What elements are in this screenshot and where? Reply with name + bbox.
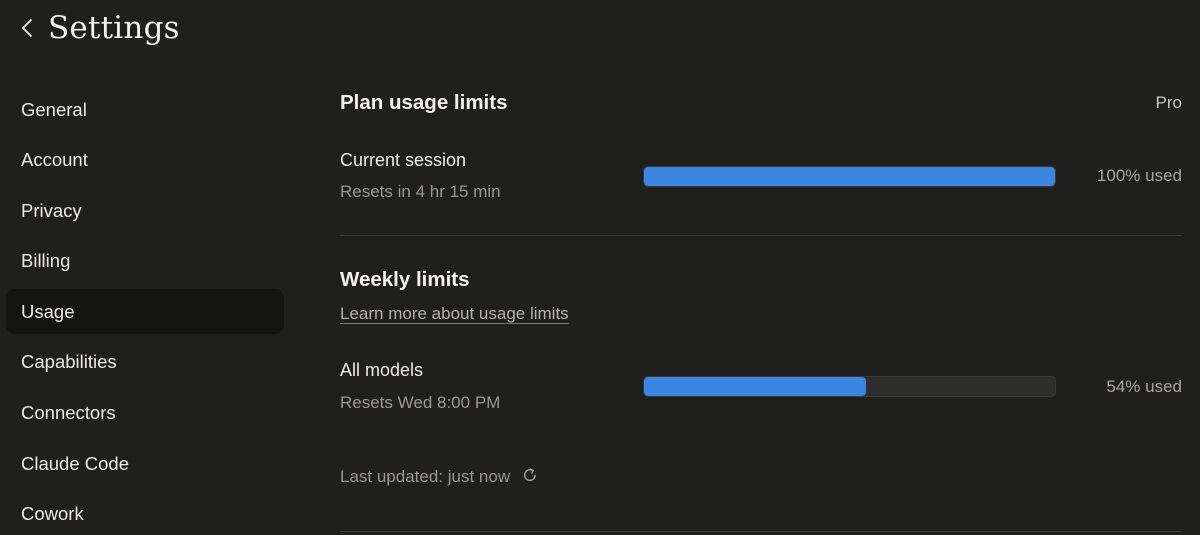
sidebar-item-label: Capabilities (21, 351, 117, 373)
divider (340, 235, 1182, 236)
refresh-button[interactable] (520, 467, 540, 487)
current-session-reset: Resets in 4 hr 15 min (340, 182, 501, 201)
refresh-icon (521, 466, 539, 489)
sidebar-item-label: General (21, 98, 87, 120)
sidebar-item-claude-code[interactable]: Claude Code (6, 441, 284, 486)
sidebar-item-label: Usage (21, 300, 75, 322)
sidebar-item-label: Privacy (21, 199, 82, 221)
all-models-reset: Resets Wed 8:00 PM (340, 393, 501, 412)
chevron-left-icon (20, 17, 34, 39)
learn-more-link[interactable]: Learn more about usage limits (340, 304, 569, 324)
last-updated-row: Last updated: just now (340, 467, 540, 487)
sidebar-item-general[interactable]: General (6, 87, 284, 132)
sidebar-item-connectors[interactable]: Connectors (6, 391, 284, 436)
sidebar-item-privacy[interactable]: Privacy (6, 188, 284, 233)
plan-badge: Pro (1155, 93, 1182, 112)
sidebar-item-label: Connectors (21, 402, 116, 424)
sidebar-item-label: Claude Code (21, 452, 129, 474)
sidebar-item-label: Billing (21, 250, 71, 272)
sidebar-item-account[interactable]: Account (6, 138, 284, 183)
sidebar-item-billing[interactable]: Billing (6, 239, 284, 284)
usage-panel: Plan usage limits Pro Current session Re… (340, 0, 1182, 535)
divider (340, 531, 1182, 532)
current-session-progress-bar (643, 166, 1056, 187)
all-models-usage-text: 54% used (1106, 377, 1182, 396)
sidebar-item-label: Cowork (21, 503, 84, 525)
current-session-label: Current session (340, 150, 467, 170)
sidebar-item-capabilities[interactable]: Capabilities (6, 340, 284, 385)
all-models-progress-bar (643, 376, 1056, 397)
sidebar-item-usage[interactable]: Usage (6, 289, 284, 335)
page-title: Settings (48, 10, 180, 46)
all-models-label: All models (340, 360, 424, 380)
header: Settings (20, 8, 180, 48)
back-button[interactable] (20, 8, 42, 48)
all-models-progress-fill (644, 377, 866, 396)
sidebar-item-label: Account (21, 149, 88, 171)
sidebar-item-cowork[interactable]: Cowork (6, 492, 284, 535)
plan-usage-title: Plan usage limits (340, 91, 508, 114)
last-updated-text: Last updated: just now (340, 467, 511, 486)
current-session-progress-fill (644, 167, 1055, 186)
sidebar: General Account Privacy Billing Usage Ca… (6, 87, 284, 535)
settings-window: Settings General Account Privacy Billing… (0, 0, 1200, 535)
weekly-limits-title: Weekly limits (340, 268, 470, 291)
current-session-usage-text: 100% used (1096, 166, 1182, 185)
